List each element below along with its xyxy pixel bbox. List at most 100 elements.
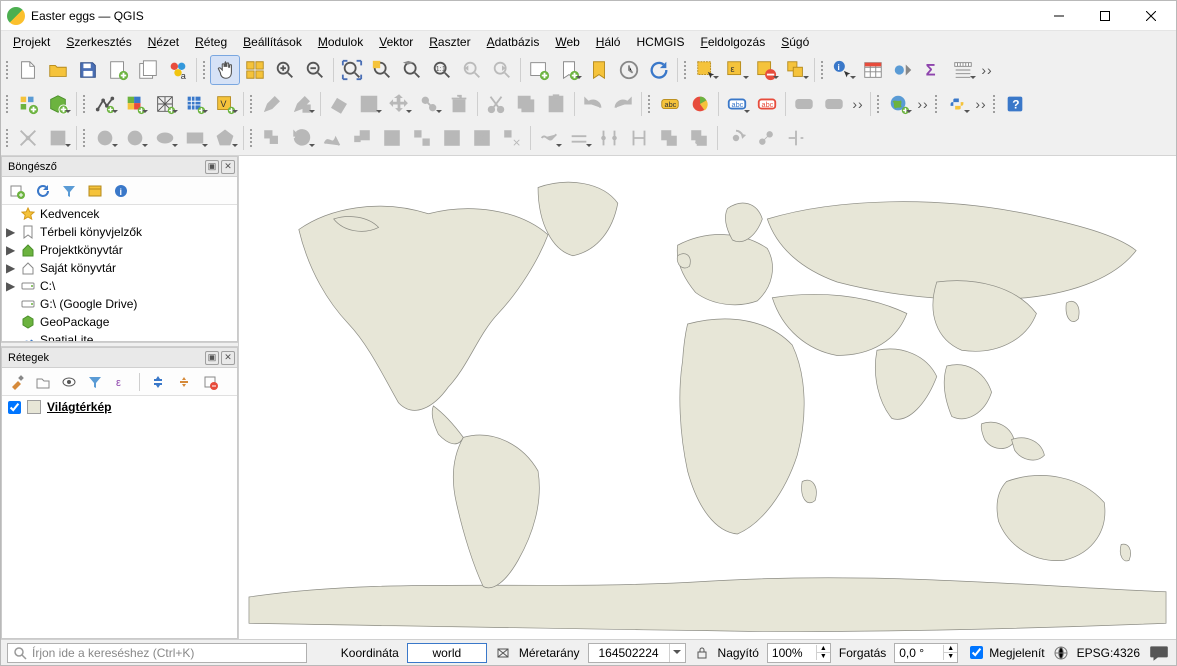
layout-manager-button[interactable] (133, 55, 163, 85)
adv-mergeattr-button[interactable]: a (684, 123, 714, 153)
browser-item[interactable]: ▶Saját könyvtár (2, 259, 237, 277)
new-map-view-button[interactable] (524, 55, 554, 85)
render-checkbox[interactable] (970, 646, 983, 659)
adv-move-button[interactable] (257, 123, 287, 153)
cad-tools-button[interactable] (13, 123, 43, 153)
adv-scale-button[interactable] (347, 123, 377, 153)
identify-button[interactable]: i (828, 55, 858, 85)
adv-part-button[interactable] (407, 123, 437, 153)
rotation-up[interactable]: ▲ (943, 645, 957, 652)
shape-ellipse-button[interactable] (150, 123, 180, 153)
help-button[interactable]: ? (1000, 89, 1030, 119)
minimize-button[interactable] (1036, 1, 1082, 31)
redo-button[interactable] (608, 89, 638, 119)
zoom-full-button[interactable] (337, 55, 367, 85)
undo-button[interactable] (578, 89, 608, 119)
shape-rect-button[interactable] (180, 123, 210, 153)
browser-item[interactable]: ▶Projektkönyvtár (2, 241, 237, 259)
menu-háló[interactable]: Háló (588, 32, 629, 52)
save-edits-button[interactable] (287, 89, 317, 119)
add-raster-button[interactable] (120, 89, 150, 119)
zoom-in-button[interactable] (270, 55, 300, 85)
menu-raszter[interactable]: Raszter (421, 32, 478, 52)
add-vector-button[interactable] (90, 89, 120, 119)
rotation-down[interactable]: ▼ (943, 652, 957, 660)
layer-item[interactable]: Világtérkép (2, 396, 237, 418)
temporal-controller-button[interactable] (614, 55, 644, 85)
scale-field[interactable] (588, 643, 686, 663)
toolbar-overflow-button[interactable]: ›› (972, 89, 990, 119)
delete-selected-button[interactable] (444, 89, 474, 119)
refresh-button[interactable] (644, 55, 674, 85)
label-pin-button[interactable]: abc (752, 89, 782, 119)
add-virtual-button[interactable]: V (210, 89, 240, 119)
toolbar-overflow-button[interactable]: ›› (978, 55, 996, 85)
menu-réteg[interactable]: Réteg (187, 32, 235, 52)
field-calculator-button[interactable] (888, 55, 918, 85)
select-by-value-button[interactable]: ε (721, 55, 751, 85)
pan-button[interactable] (210, 55, 240, 85)
toolbar-overflow-button[interactable]: ›› (914, 89, 932, 119)
adv-deletering-button[interactable] (467, 123, 497, 153)
maximize-button[interactable] (1082, 1, 1128, 31)
label-highlight-button[interactable]: abc (722, 89, 752, 119)
menu-feldolgozás[interactable]: Feldolgozás (692, 32, 773, 52)
diagram-button[interactable] (685, 89, 715, 119)
locator-search[interactable]: Írjon ide a kereséshez (Ctrl+K) (7, 643, 307, 663)
menu-projekt[interactable]: Projekt (5, 32, 58, 52)
copy-button[interactable] (511, 89, 541, 119)
adv-ring-button[interactable] (377, 123, 407, 153)
browser-item[interactable]: SpatiaLite (2, 331, 237, 341)
browser-properties-button[interactable]: i (110, 180, 132, 202)
layers-tree[interactable]: Világtérkép (2, 396, 237, 638)
coord-input[interactable] (407, 643, 487, 663)
layers-group-button[interactable] (32, 371, 54, 393)
rotation-input[interactable] (895, 644, 943, 662)
zoom-out-button[interactable] (300, 55, 330, 85)
new-print-layout-button[interactable] (103, 55, 133, 85)
browser-item[interactable]: ▶Térbeli könyvjelzők (2, 223, 237, 241)
layer-visibility-checkbox[interactable] (8, 401, 21, 414)
close-button[interactable] (1128, 1, 1174, 31)
messages-icon[interactable] (1148, 642, 1170, 664)
expand-icon[interactable]: ▶ (6, 261, 16, 275)
menu-adatbázis[interactable]: Adatbázis (479, 32, 548, 52)
layer-name[interactable]: Világtérkép (47, 400, 111, 414)
layers-style-button[interactable] (6, 371, 28, 393)
toolbar-grip[interactable] (202, 58, 208, 82)
map-canvas[interactable] (239, 156, 1176, 639)
panel-close-button[interactable]: ✕ (221, 160, 235, 174)
menu-hcmgis[interactable]: HCMGIS (628, 32, 692, 52)
magnifier-field[interactable]: ▲ ▼ (767, 643, 831, 663)
browser-tree[interactable]: Kedvencek▶Térbeli könyvjelzők▶Projektkön… (2, 205, 237, 341)
browser-panel-header[interactable]: Böngésző ▣ ✕ (2, 157, 237, 177)
new-bookmark-button[interactable] (554, 55, 584, 85)
vertex-tool-button[interactable] (414, 89, 444, 119)
adv-simplify-button[interactable] (317, 123, 347, 153)
paste-button[interactable] (541, 89, 571, 119)
layers-expression-button[interactable]: ε (110, 371, 132, 393)
toolbar-overflow-button[interactable]: ›› (849, 89, 867, 119)
label-single-button[interactable]: abc (655, 89, 685, 119)
menu-web[interactable]: Web (547, 32, 587, 52)
expand-icon[interactable]: ▶ (6, 225, 16, 239)
move-feature-button[interactable] (384, 89, 414, 119)
lock-icon[interactable] (694, 645, 710, 661)
pan-to-selection-button[interactable] (240, 55, 270, 85)
web-button[interactable] (884, 89, 914, 119)
browser-item[interactable]: G:\ (Google Drive) (2, 295, 237, 313)
shape-polygon-button[interactable] (210, 123, 240, 153)
cut-button[interactable] (481, 89, 511, 119)
adv-splitparts-button[interactable] (624, 123, 654, 153)
digitize-button[interactable] (354, 89, 384, 119)
toggle-editing-button[interactable] (257, 89, 287, 119)
panel-close-button[interactable]: ✕ (221, 351, 235, 365)
add-delimited-button[interactable] (180, 89, 210, 119)
zoom-next-button[interactable] (487, 55, 517, 85)
python-console-button[interactable] (942, 89, 972, 119)
browser-item[interactable]: ▶C:\ (2, 277, 237, 295)
adv-deletepart-button[interactable] (497, 123, 527, 153)
crs-label[interactable]: EPSG:4326 (1077, 646, 1140, 660)
browser-item[interactable]: GeoPackage (2, 313, 237, 331)
layers-remove-button[interactable] (199, 371, 221, 393)
